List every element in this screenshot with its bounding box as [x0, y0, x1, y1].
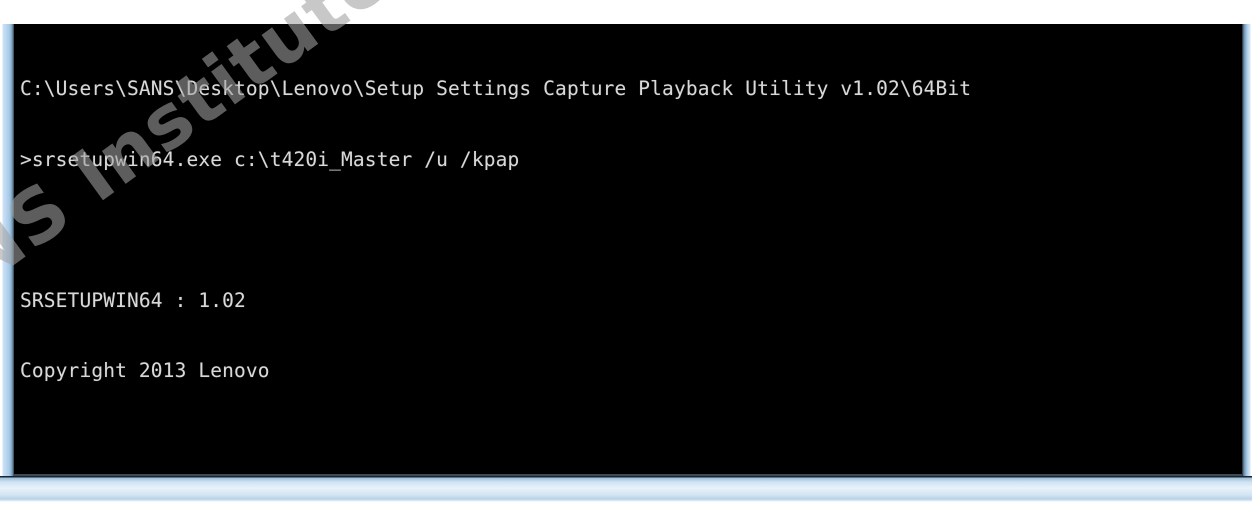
- terminal-line-prompt-path-1: C:\Users\SANS\Desktop\Lenovo\Setup Setti…: [20, 77, 972, 100]
- terminal-line-version: SRSETUPWIN64 : 1.02: [20, 288, 246, 312]
- terminal-output[interactable]: C:\Users\SANS\Desktop\Lenovo\Setup Setti…: [20, 30, 1242, 502]
- terminal-line-blank-1: [20, 218, 1242, 242]
- window-frame-left-edge: [0, 24, 14, 502]
- terminal-line-command: >srsetupwin64.exe c:\t420i_Master /u /kp…: [20, 147, 520, 171]
- terminal-line-blank-2: [20, 430, 1242, 454]
- terminal-line-copyright: Copyright 2013 Lenovo: [20, 359, 270, 382]
- window-frame-right-edge: [1242, 24, 1252, 502]
- page-top-margin: [0, 0, 1252, 24]
- command-prompt-window[interactable]: C:\Users\SANS\Desktop\Lenovo\Setup Setti…: [0, 24, 1252, 502]
- page-bottom-margin: [0, 502, 1252, 528]
- screenshot-canvas: C:\Users\SANS\Desktop\Lenovo\Setup Setti…: [0, 0, 1252, 528]
